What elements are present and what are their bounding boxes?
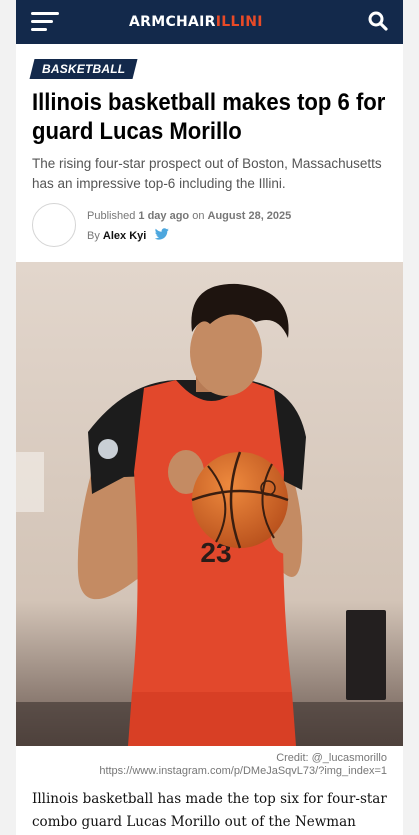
published-date: August 28, 2025: [207, 210, 292, 222]
basketball-player-photo: 23: [16, 262, 403, 746]
logo-accent-text: ILLINI: [215, 14, 263, 30]
author-name[interactable]: Alex Kyi: [103, 230, 146, 242]
image-credit: Credit: @_lucasmorillo https://www.insta…: [99, 752, 387, 778]
article-page: ARMCHAIRILLINI BASKETBALL Illinois baske…: [16, 0, 403, 835]
author-avatar[interactable]: [32, 203, 76, 247]
publish-info: Published 1 day ago on August 28, 2025: [87, 210, 291, 222]
article-body-paragraph: Illinois basketball has made the top six…: [32, 791, 387, 830]
search-icon[interactable]: [368, 11, 388, 31]
on-label: on: [192, 210, 205, 222]
by-label: By: [87, 230, 100, 242]
article-hero-image[interactable]: 23: [16, 262, 403, 746]
twitter-icon[interactable]: [155, 228, 170, 240]
article-headline: Illinois basketball makes top 6 for guar…: [32, 89, 386, 145]
image-source-url[interactable]: https://www.instagram.com/p/DMeJaSqvL73/…: [99, 765, 387, 778]
logo-primary-text: ARMCHAIR: [129, 14, 216, 30]
top-navigation-bar: ARMCHAIRILLINI: [16, 0, 403, 44]
category-label: BASKETBALL: [42, 62, 126, 76]
category-tag[interactable]: BASKETBALL: [29, 59, 138, 79]
article-dek: The rising four-star prospect out of Bos…: [32, 156, 382, 191]
published-ago: 1 day ago: [138, 210, 190, 222]
byline: By Alex Kyi: [87, 228, 170, 242]
published-label: Published: [87, 210, 136, 222]
site-logo[interactable]: ARMCHAIRILLINI: [129, 12, 263, 32]
hamburger-menu-icon[interactable]: [31, 12, 61, 32]
image-credit-text: Credit: @_lucasmorillo: [276, 752, 387, 764]
